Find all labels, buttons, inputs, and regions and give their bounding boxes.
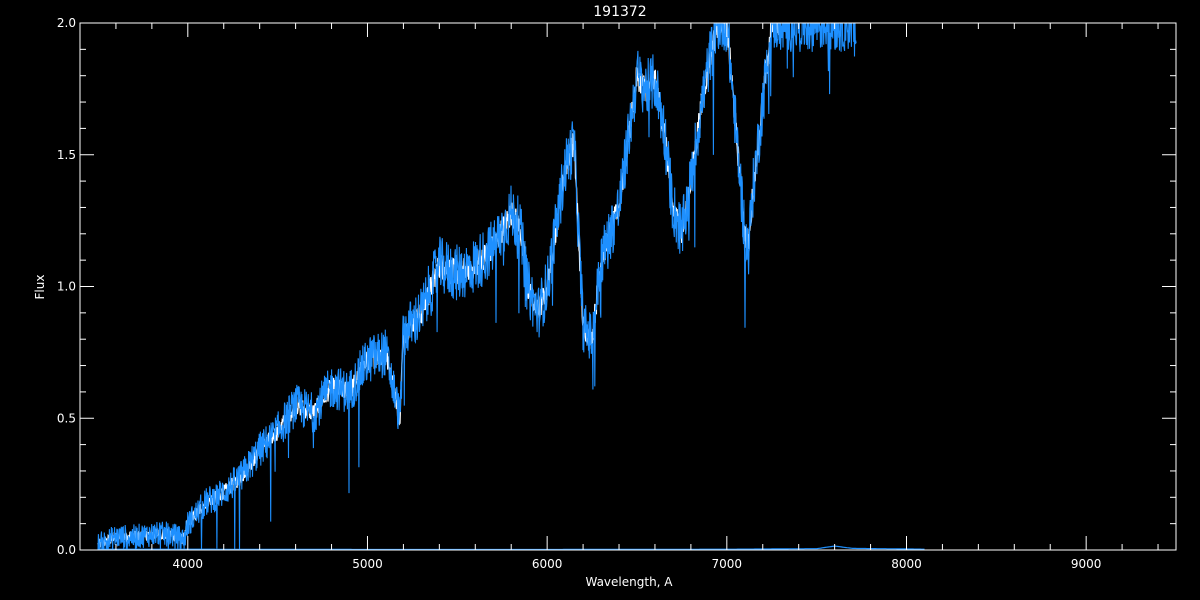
y-tick-label: 0.5 bbox=[57, 411, 76, 425]
x-tick-label: 8000 bbox=[891, 557, 922, 571]
y-tick-label: 1.0 bbox=[57, 280, 76, 294]
x-tick-label: 5000 bbox=[352, 557, 383, 571]
x-axis-title: Wavelength, A bbox=[585, 575, 673, 589]
chart-title: 191372 bbox=[593, 4, 646, 20]
x-tick-label: 7000 bbox=[712, 557, 743, 571]
spectrum-chart: 191372 4000 5000 6000 7000 8000 9000 0.0 0.5 1.0… bbox=[0, 0, 1200, 600]
x-tick-label: 6000 bbox=[532, 557, 563, 571]
x-tick-label: 4000 bbox=[173, 557, 204, 571]
y-axis-title: Flux bbox=[33, 275, 47, 300]
y-tick-label: 2.0 bbox=[57, 16, 76, 30]
y-tick-label: 1.5 bbox=[57, 148, 76, 162]
y-tick-label: 0.0 bbox=[57, 543, 76, 557]
x-tick-label: 9000 bbox=[1071, 557, 1102, 571]
